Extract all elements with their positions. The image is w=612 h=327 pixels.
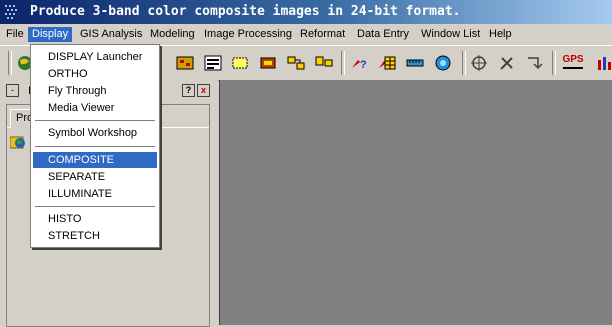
folder-globe-icon[interactable]: [10, 135, 26, 149]
menu-file[interactable]: File: [2, 27, 28, 42]
menu-window-list[interactable]: Window List: [417, 27, 484, 42]
minimize-icon: -: [11, 85, 14, 95]
chart-icon[interactable]: [596, 54, 612, 72]
menu-gis-analysis[interactable]: GIS Analysis: [76, 27, 146, 42]
menu-item-separate[interactable]: SEPARATE: [33, 169, 157, 185]
title-bar: Produce 3-band color composite images in…: [0, 0, 612, 24]
close-button[interactable]: x: [197, 84, 210, 97]
svg-text:?: ?: [360, 59, 367, 71]
gps-label: GPS: [562, 54, 584, 65]
toolbar-separator: [8, 51, 12, 75]
menu-item-fly-through[interactable]: Fly Through: [33, 83, 157, 99]
tools-icon[interactable]: [498, 54, 516, 72]
attribute-table-icon[interactable]: [378, 54, 396, 72]
arrow-down-icon[interactable]: [526, 54, 544, 72]
menu-help[interactable]: Help: [485, 27, 516, 42]
help-button[interactable]: ?: [182, 84, 195, 97]
toolbar-separator: [341, 51, 345, 75]
menu-separator: [35, 120, 155, 121]
measure-icon[interactable]: [406, 54, 424, 72]
toolbar-separator: [462, 51, 466, 75]
menu-modeling[interactable]: Modeling: [146, 27, 199, 42]
chip-icon[interactable]: [259, 54, 277, 72]
menu-display[interactable]: Display: [28, 27, 73, 42]
query-icon[interactable]: ?: [350, 54, 368, 72]
layout-icon[interactable]: [315, 54, 333, 72]
viewer-icon[interactable]: [204, 54, 222, 72]
menu-separator: [35, 206, 155, 207]
gps-button[interactable]: GPS: [560, 54, 586, 72]
menu-bar: File Display GIS Analysis Modeling Image…: [0, 25, 612, 44]
menu-item-stretch[interactable]: STRETCH: [33, 228, 157, 244]
menu-item-ortho[interactable]: ORTHO: [33, 66, 157, 82]
menu-item-histo[interactable]: HISTO: [33, 211, 157, 227]
menu-item-media-viewer[interactable]: Media Viewer: [33, 100, 157, 116]
gps-underline: [563, 67, 583, 69]
menu-reformat[interactable]: Reformat: [296, 27, 349, 42]
close-icon: x: [200, 85, 206, 95]
subset-icon[interactable]: [231, 54, 249, 72]
crosshair-icon[interactable]: [470, 54, 488, 72]
display-dropdown-menu: DISPLAY Launcher ORTHO Fly Through Media…: [30, 44, 160, 248]
viewer-area[interactable]: [219, 80, 612, 325]
link-icon[interactable]: [287, 54, 305, 72]
menu-item-composite[interactable]: COMPOSITE: [33, 152, 157, 168]
menu-separator: [35, 146, 155, 147]
help-icon: ?: [185, 85, 192, 95]
menu-image-processing[interactable]: Image Processing: [200, 27, 296, 42]
menu-data-entry[interactable]: Data Entry: [353, 27, 413, 42]
menu-item-symbol-workshop[interactable]: Symbol Workshop: [33, 125, 157, 141]
target-icon[interactable]: [434, 54, 452, 72]
window-title: Produce 3-band color composite images in…: [30, 4, 461, 19]
menu-item-display-launcher[interactable]: DISPLAY Launcher: [33, 49, 157, 65]
minimize-button[interactable]: -: [6, 84, 19, 97]
mosaic-icon[interactable]: [176, 54, 194, 72]
menu-item-illuminate[interactable]: ILLUMINATE: [33, 186, 157, 202]
toolbar-separator: [552, 51, 556, 75]
app-icon: [5, 5, 17, 19]
